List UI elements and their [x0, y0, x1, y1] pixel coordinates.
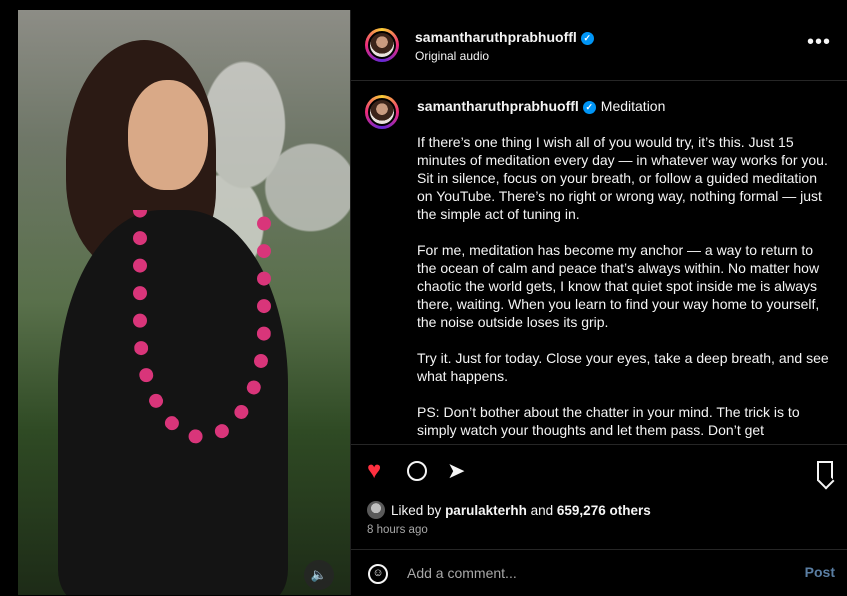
person-face: [128, 80, 208, 190]
caption-verified-badge-icon: ✓: [582, 100, 596, 114]
like-heart-icon[interactable]: ♥: [367, 459, 381, 483]
caption-paragraph: For me, meditation has become my anchor …: [417, 242, 820, 330]
post-timestamp[interactable]: 8 hours ago: [367, 524, 428, 536]
caption-paragraph: PS: Don’t bother about the chatter in yo…: [417, 404, 800, 438]
caption-username[interactable]: samantharuthprabhuoffl: [417, 98, 579, 114]
comment-bar: ☺ Post: [351, 549, 847, 596]
share-icon[interactable]: ➤: [447, 459, 465, 483]
post-image[interactable]: 🔈: [18, 10, 350, 595]
likes-summary: Liked by parulakterhh and 659,276 others: [367, 501, 651, 519]
author-username-text[interactable]: samantharuthprabhuoffl: [415, 29, 577, 45]
caption-paragraph: Try it. Just for today. Close your eyes,…: [417, 350, 829, 384]
caption-paragraph: If there’s one thing I wish all of you w…: [417, 134, 828, 222]
sound-toggle-button[interactable]: 🔈: [304, 560, 334, 590]
comment-icon[interactable]: [407, 461, 427, 481]
author-username[interactable]: samantharuthprabhuoffl ✓: [415, 29, 594, 45]
more-options-icon[interactable]: •••: [807, 32, 831, 52]
post-comment-button[interactable]: Post: [805, 564, 835, 580]
flower-garland: [133, 210, 271, 444]
caption-title: Meditation: [600, 98, 666, 114]
caption-avatar[interactable]: [365, 95, 399, 129]
caption-avatar-image: [368, 98, 396, 126]
emoji-icon[interactable]: ☺: [368, 564, 388, 584]
post-header: samantharuthprabhuoffl ✓ Original audio •…: [351, 10, 847, 81]
original-audio-link[interactable]: Original audio: [415, 49, 489, 63]
liker-avatar: [367, 501, 385, 519]
caption-heading: samantharuthprabhuoffl ✓ Meditation: [417, 98, 665, 114]
caption-section: samantharuthprabhuoffl ✓ Meditation If the…: [351, 81, 847, 444]
likes-count[interactable]: 659,276 others: [557, 503, 651, 518]
verified-badge-icon: ✓: [580, 31, 594, 45]
speaker-icon: 🔈: [310, 567, 328, 582]
liked-by-user[interactable]: parulakterhh: [445, 503, 527, 518]
liked-by-prefix: Liked by: [391, 502, 442, 518]
caption-text: If there’s one thing I wish all of you w…: [417, 133, 829, 444]
save-bookmark-icon[interactable]: [817, 461, 833, 481]
liked-by-and: and: [530, 502, 554, 518]
author-avatar-image: [368, 31, 396, 59]
author-avatar[interactable]: [365, 28, 399, 62]
left-gutter: [0, 0, 18, 595]
comment-input[interactable]: [407, 562, 787, 584]
